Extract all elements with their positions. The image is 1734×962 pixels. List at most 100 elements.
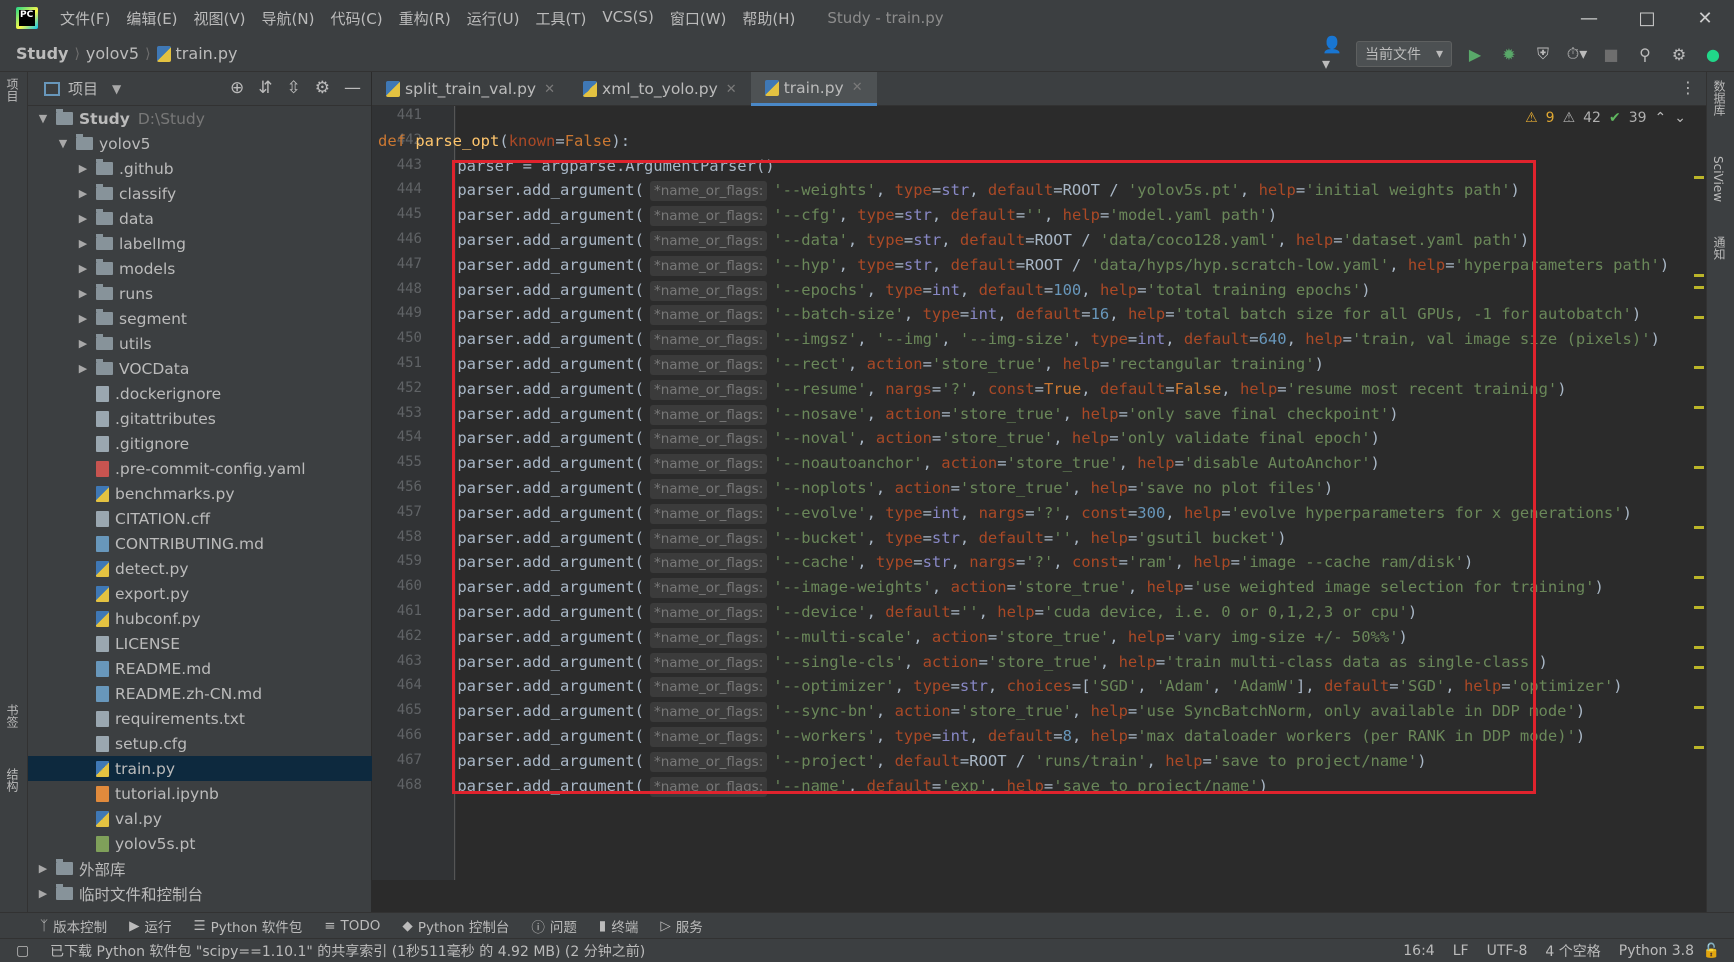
menu-refactor[interactable]: 重构(R): [391, 8, 459, 29]
tab-actions-icon[interactable]: ⋮: [1680, 78, 1696, 97]
python-packages-tool[interactable]: ☰ Python 软件包: [194, 916, 303, 936]
code-line[interactable]: parser.add_argument(*name_or_flags: '--no…: [420, 426, 1380, 450]
tree-file[interactable]: .dockerignore: [28, 381, 372, 406]
layout-icon[interactable]: ▢: [16, 943, 29, 959]
status-message[interactable]: 已下载 Python 软件包 "scipy==1.10.1" 的共享索引 (1秒…: [50, 941, 645, 961]
tree-file[interactable]: train.py: [28, 756, 372, 781]
code-line[interactable]: parser.add_argument(*name_or_flags: '--no…: [420, 451, 1380, 475]
tree-file[interactable]: tutorial.ipynb: [28, 781, 372, 806]
code-line[interactable]: parser.add_argument(*name_or_flags: '--we…: [420, 178, 1520, 202]
chevron-right-icon[interactable]: ▶: [76, 187, 90, 200]
code-line[interactable]: parser.add_argument(*name_or_flags: '--im…: [420, 575, 1604, 599]
profile-icon[interactable]: ⏱▾: [1566, 43, 1588, 65]
collapse-all-icon[interactable]: ⇳: [287, 78, 301, 98]
chevron-down-icon[interactable]: ▼: [112, 82, 121, 96]
tree-folder[interactable]: ▶ classify: [28, 181, 372, 206]
project-panel-title[interactable]: 项目: [68, 78, 98, 99]
run-tool[interactable]: ▶ 运行: [129, 916, 171, 936]
problems-tool[interactable]: ⓘ 问题: [531, 916, 577, 936]
menu-edit[interactable]: 编辑(E): [118, 8, 185, 29]
tree-file[interactable]: hubconf.py: [28, 606, 372, 631]
menu-window[interactable]: 窗口(W): [662, 8, 735, 29]
tree-folder[interactable]: ▶ data: [28, 206, 372, 231]
warning-marker[interactable]: [1694, 406, 1704, 409]
tree-file[interactable]: README.md: [28, 656, 372, 681]
warning-marker[interactable]: [1694, 576, 1704, 579]
menu-vcs[interactable]: VCS(S): [594, 8, 661, 29]
chevron-right-icon[interactable]: ▶: [76, 162, 90, 175]
code-line[interactable]: parser = argparse.ArgumentParser(): [420, 154, 774, 178]
code-line[interactable]: parser.add_argument(*name_or_flags: '--sy…: [420, 699, 1585, 723]
python-console-tool[interactable]: ◆ Python 控制台: [402, 916, 509, 936]
tree-file[interactable]: setup.cfg: [28, 731, 372, 756]
chevron-right-icon[interactable]: ▶: [76, 212, 90, 225]
locate-icon[interactable]: ⊕: [230, 78, 244, 98]
chevron-up-icon[interactable]: ⌃: [1655, 110, 1667, 126]
tree-file[interactable]: val.py: [28, 806, 372, 831]
tree-file[interactable]: CONTRIBUTING.md: [28, 531, 372, 556]
tree-external-libraries[interactable]: ▶ 外部库: [28, 856, 372, 881]
version-control-tool[interactable]: ᛉ 版本控制: [40, 916, 107, 936]
chevron-right-icon[interactable]: ▶: [76, 287, 90, 300]
services-tool[interactable]: ▷ 服务: [660, 916, 702, 936]
code-line[interactable]: parser.add_argument(*name_or_flags: '--ba…: [420, 302, 1641, 326]
todo-tool[interactable]: ≡ TODO: [324, 918, 380, 934]
warning-marker[interactable]: [1694, 176, 1704, 179]
code-line[interactable]: parser.add_argument(*name_or_flags: '--op…: [420, 674, 1623, 698]
tree-root[interactable]: ▼ Study D:\Study: [28, 106, 372, 131]
terminal-tool[interactable]: ▮ 终端: [599, 916, 638, 936]
python-interpreter[interactable]: Python 3.8: [1619, 943, 1694, 959]
tab-xml_to_yolo-py[interactable]: xml_to_yolo.py ✕: [569, 72, 751, 106]
code-line[interactable]: parser.add_argument(*name_or_flags: '--si…: [420, 650, 1548, 674]
chevron-right-icon[interactable]: ▶: [36, 862, 50, 875]
warning-marker[interactable]: [1694, 746, 1704, 749]
tree-file[interactable]: export.py: [28, 581, 372, 606]
close-tab-icon[interactable]: ✕: [852, 80, 863, 95]
code-line[interactable]: parser.add_argument(*name_or_flags: '--ev…: [420, 501, 1632, 525]
tree-file[interactable]: requirements.txt: [28, 706, 372, 731]
chevron-down-icon[interactable]: ▼: [56, 137, 70, 150]
code-line[interactable]: parser.add_argument(*name_or_flags: '--re…: [420, 377, 1567, 401]
menu-navigate[interactable]: 导航(N): [254, 8, 323, 29]
tree-file[interactable]: .gitignore: [28, 431, 372, 456]
coverage-icon[interactable]: ⛨: [1532, 43, 1554, 65]
menu-code[interactable]: 代码(C): [322, 8, 390, 29]
tree-folder[interactable]: ▶ labelImg: [28, 231, 372, 256]
indent-setting[interactable]: 4 个空格: [1545, 941, 1600, 961]
menu-file[interactable]: 文件(F): [52, 8, 118, 29]
tree-file[interactable]: LICENSE: [28, 631, 372, 656]
user-icon[interactable]: 👤▾: [1322, 35, 1344, 73]
code-line[interactable]: parser.add_argument(*name_or_flags: '--mu…: [420, 625, 1408, 649]
tree-folder[interactable]: ▶ segment: [28, 306, 372, 331]
caret-position[interactable]: 16:4: [1403, 943, 1434, 959]
tab-split_train_val-py[interactable]: split_train_val.py ✕: [372, 72, 569, 106]
line-separator[interactable]: LF: [1453, 943, 1469, 959]
inspection-widget[interactable]: ⚠ 9 ⚠ 42 ✔ 39 ⌃ ⌄: [1525, 110, 1686, 126]
code-editor[interactable]: 441 442 443 444 445 446 447 448 449 450 451 452 453 4…: [372, 106, 1706, 880]
warning-marker[interactable]: [1694, 606, 1704, 609]
chevron-down-icon[interactable]: ⌄: [1674, 110, 1686, 126]
code-line[interactable]: parser.add_argument(*name_or_flags: '--pr…: [420, 749, 1427, 773]
tree-file[interactable]: detect.py: [28, 556, 372, 581]
run-icon[interactable]: ▶: [1464, 43, 1486, 65]
tree-file[interactable]: .gitattributes: [28, 406, 372, 431]
chevron-right-icon[interactable]: ▶: [36, 887, 50, 900]
tree-file[interactable]: benchmarks.py: [28, 481, 372, 506]
chevron-right-icon[interactable]: ▶: [76, 262, 90, 275]
chevron-right-icon[interactable]: ▶: [76, 237, 90, 250]
tree-folder[interactable]: ▶ VOCData: [28, 356, 372, 381]
warning-marker[interactable]: [1694, 316, 1704, 319]
run-config-selector[interactable]: 当前文件 ▾: [1356, 41, 1452, 67]
warning-marker[interactable]: [1694, 466, 1704, 469]
bookmarks-tool-button[interactable]: 书签: [4, 704, 21, 728]
tree-folder[interactable]: ▶ runs: [28, 281, 372, 306]
jetbrains-toolbox-icon[interactable]: ●: [1702, 43, 1724, 65]
sciview-tool-button[interactable]: SciView: [1711, 156, 1725, 202]
tree-scratches[interactable]: ▶ 临时文件和控制台: [28, 881, 372, 906]
tree-folder[interactable]: ▶ utils: [28, 331, 372, 356]
lock-icon[interactable]: 🔓: [1703, 943, 1720, 959]
menu-tools[interactable]: 工具(T): [527, 8, 594, 29]
chevron-right-icon[interactable]: ▶: [76, 362, 90, 375]
chevron-right-icon[interactable]: ▶: [76, 337, 90, 350]
tree-folder[interactable]: ▶ models: [28, 256, 372, 281]
